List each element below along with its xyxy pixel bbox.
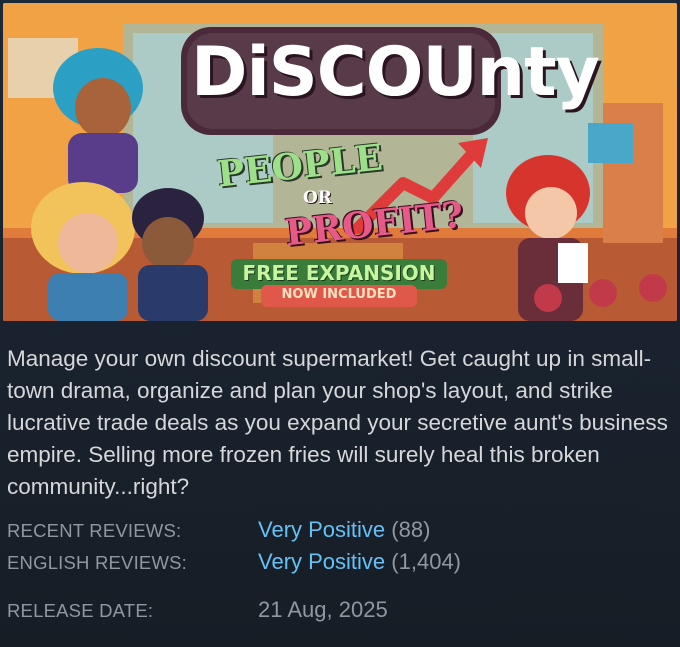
english-reviews-rating[interactable]: Very Positive: [258, 549, 385, 574]
recent-reviews-rating[interactable]: Very Positive: [258, 517, 385, 542]
english-reviews-label: ENGLISH REVIEWS:: [7, 552, 188, 573]
recent-reviews-summary[interactable]: Very Positive (88): [258, 517, 430, 543]
release-date-label: RELEASE DATE:: [7, 600, 154, 621]
recent-reviews-count: (88): [391, 517, 431, 542]
game-description: Manage your own discount supermarket! Ge…: [7, 346, 668, 499]
now-included-badge: NOW INCLUDED: [281, 287, 397, 302]
english-reviews-summary[interactable]: Very Positive (1,404): [258, 549, 461, 575]
tagline-or: OR: [303, 188, 332, 208]
expansion-badge: FREE EXPANSION: [242, 261, 436, 285]
release-date-value: 21 Aug, 2025: [258, 597, 388, 622]
recent-reviews-label: RECENT REVIEWS:: [7, 520, 182, 541]
english-reviews-count: (1,404): [391, 549, 462, 574]
game-header-capsule[interactable]: DiSCOUnty PEOPLE OR PROFIT? FREE EXPANSI…: [3, 3, 677, 321]
game-logo: DiSCOUnty: [191, 33, 600, 112]
